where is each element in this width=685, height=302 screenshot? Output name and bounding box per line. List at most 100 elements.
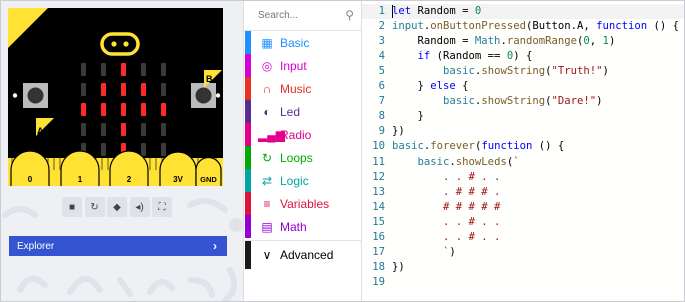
pin-label: 0: [28, 175, 33, 184]
code-line[interactable]: 18}): [362, 260, 685, 275]
code-token: function: [481, 140, 533, 153]
code-text: let Random = 0: [392, 4, 481, 19]
pin-label: GND: [200, 175, 217, 184]
search-icon[interactable]: ⚲: [345, 8, 354, 22]
code-line[interactable]: 16 . . # . .: [362, 230, 685, 245]
debug-icon[interactable]: ◆: [107, 197, 127, 217]
toolbox-search[interactable]: Search... ⚲: [244, 0, 362, 31]
code-token: Random =: [392, 35, 475, 48]
code-token: 0: [474, 5, 482, 17]
category-basic[interactable]: ▦ Basic: [244, 31, 362, 54]
microbit-board[interactable]: A B 0 1 2 3V GND: [8, 8, 223, 186]
code-token: () {: [532, 140, 565, 153]
line-number: 11: [372, 155, 385, 168]
code-text: }): [392, 124, 405, 139]
category-label: Logic: [280, 173, 309, 188]
code-token: showLeds: [455, 155, 507, 168]
led-0-2: [121, 63, 126, 76]
code-line[interactable]: 7 basic.showString("Dare!"): [362, 94, 685, 109]
category-loops[interactable]: ↻ Loops: [244, 146, 362, 169]
code-token: Math: [474, 35, 501, 48]
led-2-3: [141, 103, 146, 116]
restart-icon[interactable]: ↻: [84, 197, 105, 217]
line-number: 5: [378, 65, 385, 78]
calculator-icon: ▤: [261, 219, 273, 234]
explorer-label: Explorer: [17, 240, 55, 252]
search-input[interactable]: Search...: [258, 10, 298, 21]
code-token: (Button.A,: [525, 20, 597, 33]
line-number: 8: [378, 110, 385, 123]
code-line[interactable]: 9}): [362, 124, 685, 139]
category-advanced[interactable]: ∨ Advanced: [244, 240, 362, 269]
led-4-4: [161, 143, 166, 156]
code-line[interactable]: 3 Random = Math.randomRange(0, 1): [362, 34, 685, 49]
pin-label: 2: [127, 175, 132, 184]
category-label: Math: [280, 219, 307, 234]
code-line[interactable]: 4 if (Random == 0) {: [362, 49, 685, 64]
explorer-button[interactable]: Explorer ›: [9, 236, 227, 256]
toggle-icon: ◐: [263, 104, 271, 119]
code-line[interactable]: 8 }: [362, 109, 685, 124]
stop-icon[interactable]: ■: [62, 197, 82, 217]
code-line[interactable]: 19: [362, 275, 685, 290]
code-line[interactable]: 6 } else {: [362, 79, 685, 94]
code-token: ): [596, 95, 603, 108]
code-token: basic: [443, 95, 475, 108]
code-editor[interactable]: 1 let Random = 0 2 input.onButtonPressed(Bu…: [361, 0, 685, 302]
line-number: 10: [372, 140, 385, 153]
code-line[interactable]: 2 input.onButtonPressed(Button.A, functio…: [362, 19, 685, 34]
category-label-advanced: Advanced: [280, 248, 334, 262]
category-label: Input: [280, 58, 307, 73]
code-line[interactable]: 5 basic.showString("Truth!"): [362, 64, 685, 79]
code-token: }): [392, 125, 405, 138]
line-number: 2: [378, 20, 385, 33]
code-text: `): [392, 245, 456, 260]
code-line[interactable]: 12 . . # . .: [362, 170, 685, 185]
code-token: "Truth!": [551, 65, 603, 78]
category-math[interactable]: ▤ Math: [244, 215, 362, 238]
code-text: . . # . .: [392, 170, 500, 185]
pin-label: 1: [78, 175, 83, 184]
code-text: . # # # .: [392, 185, 500, 200]
button-b[interactable]: [191, 83, 216, 108]
code-line[interactable]: 15 . . # . .: [362, 215, 685, 230]
category-input[interactable]: ◎ Input: [244, 54, 362, 77]
code-line[interactable]: 11 basic.showLeds(`: [362, 155, 685, 170]
code-line[interactable]: 1 let Random = 0: [362, 4, 685, 19]
code-line[interactable]: 10 basic.forever(function () {: [362, 139, 685, 154]
category-radio[interactable]: ▂▄▆ Radio: [244, 123, 362, 146]
code-token: ): [608, 35, 616, 48]
code-line[interactable]: 14 # # # # #: [362, 200, 685, 215]
code-token: showString: [481, 95, 546, 108]
category-variables[interactable]: ≡ Variables: [244, 192, 362, 215]
code-token: showString: [481, 65, 546, 78]
code-line[interactable]: 13 . # # # .: [362, 185, 685, 200]
code-token: function: [596, 20, 648, 33]
code-token: (Random ==: [430, 50, 507, 63]
category-label: Variables: [280, 196, 330, 211]
chevron-right-icon: ›: [213, 239, 217, 253]
code-text: if (Random == 0) {: [392, 49, 533, 64]
code-text: basic.showLeds(`: [392, 155, 520, 170]
button-a[interactable]: [23, 83, 48, 108]
category-music[interactable]: ∩ Music: [244, 77, 362, 100]
code-token: }: [392, 110, 424, 123]
code-token: Random =: [411, 5, 475, 17]
category-led[interactable]: ◐ Led: [244, 100, 362, 123]
category-logic[interactable]: ⇄ Logic: [244, 169, 362, 192]
led-2-0: [81, 103, 86, 116]
mute-icon[interactable]: ◂): [129, 197, 150, 217]
code-token: `: [513, 155, 520, 168]
category-label: Music: [280, 81, 312, 96]
code-token: if: [417, 50, 431, 63]
code-token: . . # . .: [392, 230, 501, 243]
category-label: Led: [280, 104, 301, 119]
grid-icon: ▦: [261, 35, 273, 50]
fullscreen-icon[interactable]: ⛶: [152, 197, 172, 217]
led-4-1: [101, 143, 106, 156]
code-line[interactable]: 17 `): [362, 245, 685, 260]
led-1-2: [121, 83, 126, 96]
led-3-3: [141, 123, 146, 136]
